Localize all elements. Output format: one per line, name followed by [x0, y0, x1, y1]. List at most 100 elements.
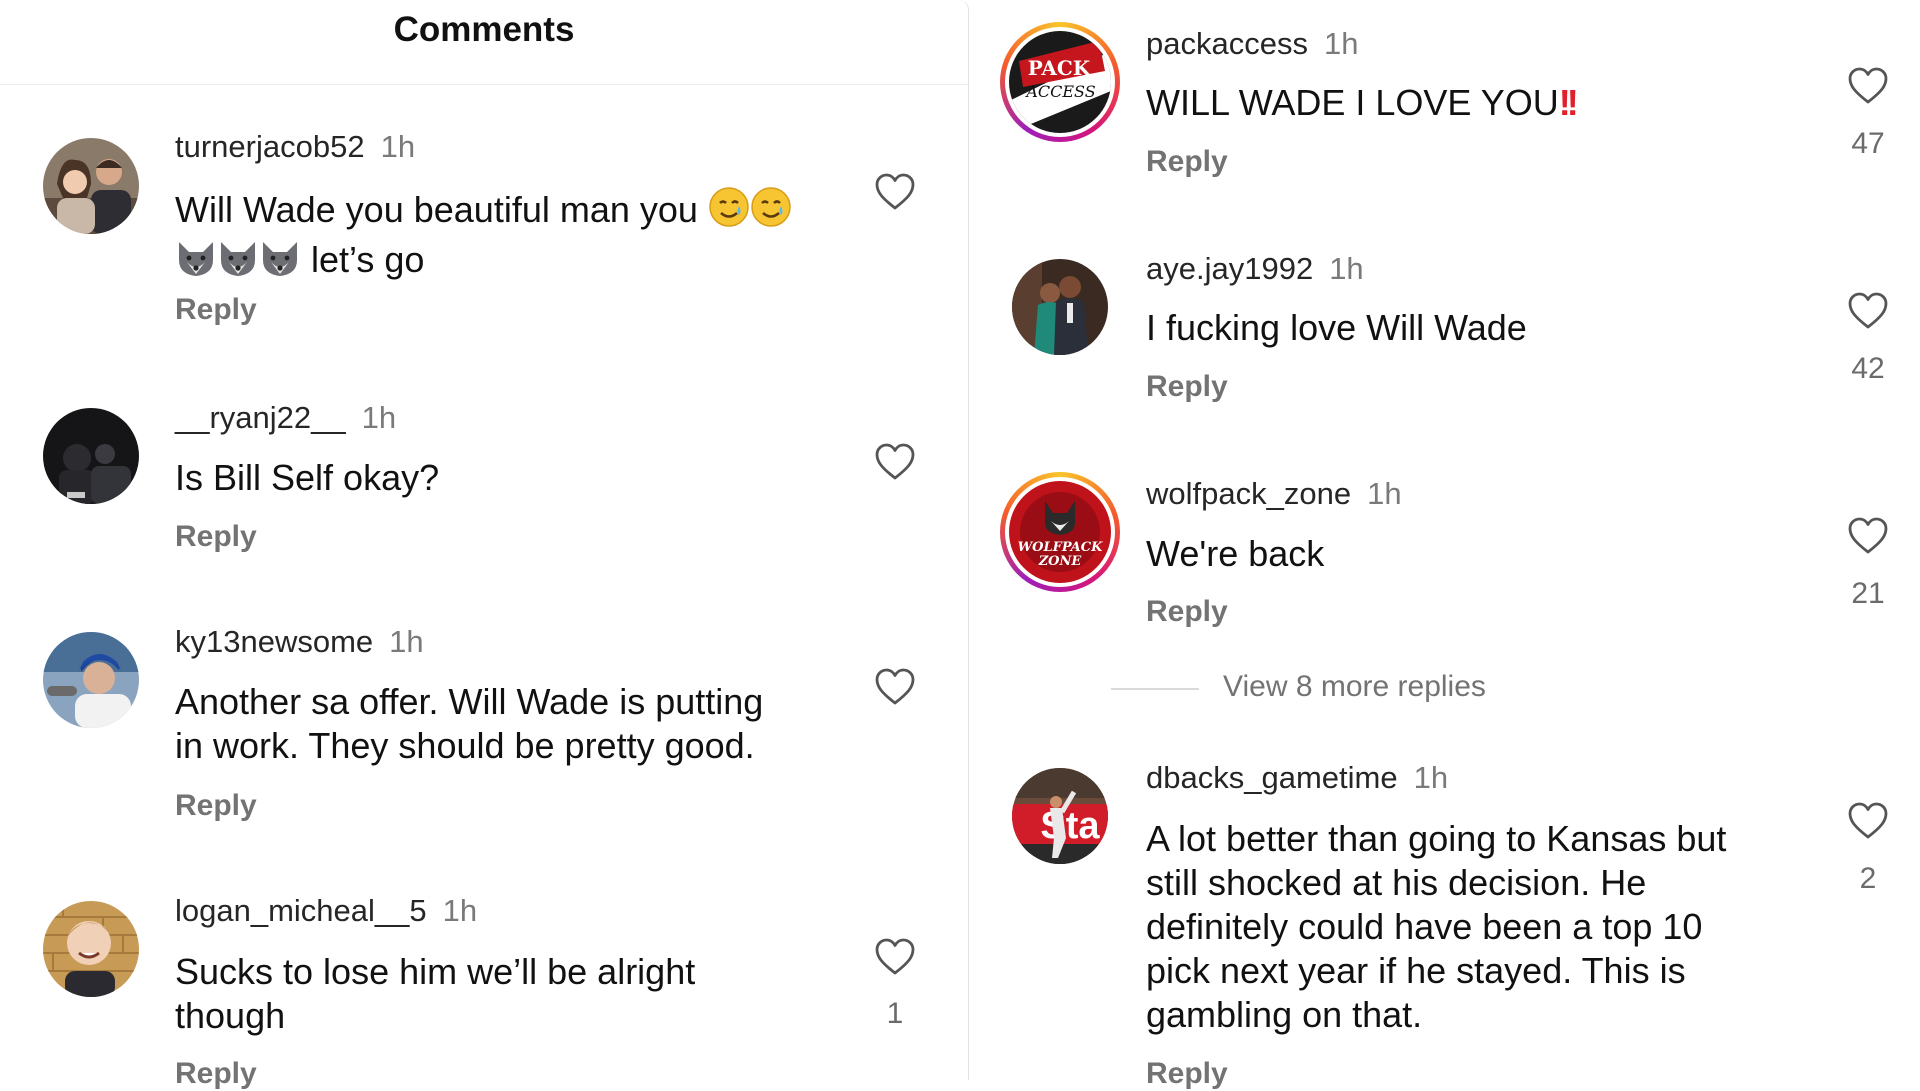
wolf-emoji-icon — [259, 238, 301, 288]
comment-text-line: though — [175, 995, 286, 1036]
like-button[interactable] — [1847, 516, 1889, 556]
divider — [1111, 688, 1199, 690]
story-ring[interactable]: PACK ACCESS — [1000, 22, 1120, 142]
reply-button[interactable]: Reply — [175, 293, 257, 327]
heart-outline-icon — [875, 668, 915, 705]
heart-outline-icon — [1848, 292, 1888, 329]
comment-text-line: Another sa offer. Will Wade is putting — [175, 681, 764, 722]
comment-text-line: WILL WADE I LOVE YOU — [1146, 82, 1559, 123]
smiling-face-with-tear-emoji-icon — [750, 186, 792, 238]
comment-time: 1h — [1329, 251, 1364, 286]
comment-meta: wolfpack_zone 1h — [1146, 476, 1402, 512]
like-count: 42 — [1851, 352, 1885, 385]
avatar-logo-text: PACK — [1028, 56, 1091, 80]
comment-time: 1h — [1367, 476, 1402, 511]
comment-meta: ky13newsome 1h — [175, 624, 424, 660]
heart-outline-icon — [1848, 802, 1888, 839]
comment-text-line: Will Wade you beautiful man you — [175, 189, 698, 230]
comments-panel-right: PACK ACCESS packaccess 1h WILL WADE I LOV… — [974, 0, 1920, 1090]
like-button[interactable] — [874, 667, 916, 707]
comment-time: 1h — [389, 624, 424, 659]
comment-meta: dbacks_gametime 1h — [1146, 760, 1448, 796]
comment-text: Is Bill Self okay? — [175, 457, 440, 498]
comment-time: 1h — [1413, 760, 1449, 795]
comment-username[interactable]: __ryanj22__ — [175, 400, 346, 435]
reply-button[interactable]: Reply — [1146, 145, 1228, 179]
double-exclamation-emoji-icon: !! — [1558, 82, 1579, 123]
comment-text-line: pick next year if he stayed. This is — [1146, 950, 1686, 991]
comment-username[interactable]: wolfpack_zone — [1146, 476, 1351, 511]
avatar[interactable] — [1012, 259, 1108, 355]
avatar[interactable] — [43, 632, 139, 728]
comment-username[interactable]: logan_micheal__5 — [175, 893, 427, 928]
story-ring[interactable]: WOLFPACK ZONE — [1000, 472, 1120, 592]
comment-text: A lot better than going to Kansas but st… — [1146, 817, 1726, 1037]
avatar-logo-text: ZONE — [1038, 554, 1083, 569]
comment-text-line: Sucks to lose him we’ll be alright — [175, 951, 696, 992]
avatar-logo-text: WOLFPACK — [1018, 540, 1104, 555]
avatar: PACK ACCESS — [1009, 31, 1111, 133]
heart-outline-icon — [1848, 517, 1888, 554]
avatar[interactable] — [43, 901, 139, 997]
avatar[interactable]: Sta — [1012, 768, 1108, 864]
like-button[interactable] — [874, 937, 916, 977]
comment-text: I fucking love Will Wade — [1146, 307, 1527, 348]
comments-panel-left: Comments turnerjacob52 1h Will Wade you b… — [0, 0, 969, 1090]
reply-button[interactable]: Reply — [1146, 595, 1228, 629]
comment-meta: __ryanj22__ 1h — [175, 400, 396, 436]
comment-text-line: still shocked at his decision. He — [1146, 862, 1647, 903]
view-more-replies-link[interactable]: View 8 more replies — [1223, 670, 1486, 704]
comment-text-line: definitely could have been a top 10 — [1146, 906, 1703, 947]
like-button[interactable] — [874, 442, 916, 482]
comment-username[interactable]: turnerjacob52 — [175, 129, 365, 164]
heart-outline-icon — [875, 173, 915, 210]
comment-text-line: gambling on that. — [1146, 994, 1423, 1035]
comment-meta: turnerjacob52 1h — [175, 129, 415, 165]
comments-header: Comments — [0, 0, 968, 85]
reply-button[interactable]: Reply — [175, 520, 257, 554]
comment-text: Sucks to lose him we’ll be alright thoug… — [175, 950, 695, 1038]
like-count: 21 — [1851, 577, 1885, 610]
avatar[interactable] — [43, 138, 139, 234]
wolf-emoji-icon — [217, 238, 259, 288]
comment-text-line: in work. They should be pretty good. — [175, 725, 755, 766]
reply-button[interactable]: Reply — [1146, 370, 1228, 404]
reply-button[interactable]: Reply — [175, 1057, 257, 1091]
like-button[interactable] — [1847, 291, 1889, 331]
avatar: WOLFPACK ZONE — [1009, 481, 1111, 583]
reply-button[interactable]: Reply — [1146, 1057, 1228, 1091]
like-button[interactable] — [1847, 66, 1889, 106]
like-count: 1 — [886, 997, 904, 1030]
comment-meta: packaccess 1h — [1146, 26, 1358, 62]
like-button[interactable] — [1847, 801, 1889, 841]
svg-text:Sta: Sta — [1040, 805, 1100, 847]
like-button[interactable] — [874, 172, 916, 212]
heart-outline-icon — [875, 443, 915, 480]
comment-time: 1h — [1323, 26, 1359, 61]
comment-text-line: A lot better than going to Kansas but — [1146, 818, 1727, 859]
comment-time: 1h — [361, 400, 397, 435]
comment-username[interactable]: ky13newsome — [175, 624, 373, 659]
comment-time: 1h — [442, 893, 478, 928]
avatar-logo-text: ACCESS — [1024, 82, 1095, 101]
smiling-face-with-tear-emoji-icon — [708, 186, 750, 238]
like-count: 2 — [1859, 862, 1877, 895]
heart-outline-icon — [875, 938, 915, 975]
comment-username[interactable]: aye.jay1992 — [1146, 251, 1313, 286]
comment-username[interactable]: dbacks_gametime — [1146, 760, 1398, 795]
comment-meta: aye.jay1992 1h — [1146, 251, 1364, 287]
wolf-emoji-icon — [175, 238, 217, 288]
comment-meta: logan_micheal__5 1h — [175, 893, 477, 929]
reply-button[interactable]: Reply — [175, 789, 257, 823]
comment-time: 1h — [380, 129, 416, 164]
comment-text-line: let’s go — [311, 239, 425, 280]
like-count: 47 — [1851, 127, 1885, 160]
heart-outline-icon — [1848, 67, 1888, 104]
comment-text: WILL WADE I LOVE YOU!! — [1146, 81, 1579, 125]
comment-text: Another sa offer. Will Wade is putting i… — [175, 680, 763, 768]
comment-username[interactable]: packaccess — [1146, 26, 1308, 61]
page-title: Comments — [393, 10, 575, 49]
comment-text: Will Wade you beautiful man you let’s go — [175, 186, 792, 288]
comment-text: We're back — [1146, 533, 1325, 574]
avatar[interactable] — [43, 408, 139, 504]
